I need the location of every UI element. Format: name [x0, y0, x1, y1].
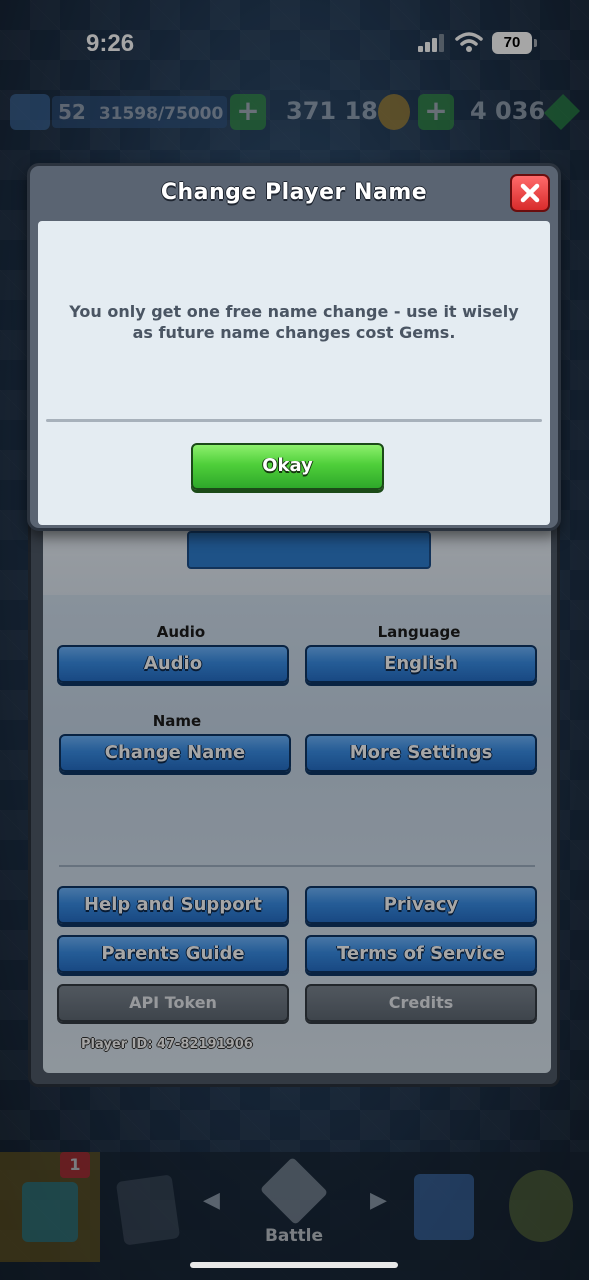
dialog-message: You only get one free name change - use …	[69, 302, 519, 342]
close-icon	[520, 183, 540, 203]
dialog-title: Change Player Name	[160, 180, 428, 205]
change-name-dialog: Change Player Name You only get one free…	[27, 163, 561, 531]
home-indicator[interactable]	[190, 1262, 398, 1268]
close-button[interactable]	[510, 174, 550, 212]
dialog-divider	[46, 419, 542, 422]
okay-button[interactable]: Okay	[191, 443, 384, 490]
dialog-body: You only get one free name change - use …	[38, 221, 550, 525]
